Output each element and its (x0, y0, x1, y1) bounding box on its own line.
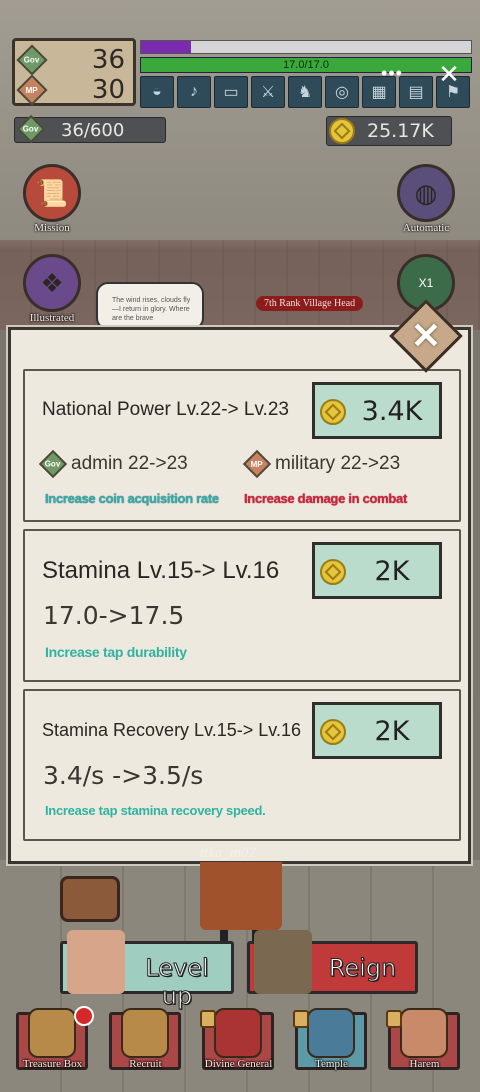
mp-icon: MP (16, 74, 48, 106)
mp-value: 30 (91, 75, 125, 105)
cards-icon: ❖ (23, 254, 81, 312)
robot-icon: ◍ (397, 164, 455, 222)
nav-treasure-box[interactable]: Treasure Box (12, 1004, 94, 1072)
stamina-card: Stamina Lv.15-> Lv.16 2K 17.0->17.5 Incr… (23, 529, 461, 682)
coin-value: 25.17K (367, 120, 434, 142)
gov-icon: Gov (38, 449, 68, 479)
card-title: Stamina Recovery Lv.15-> Lv.16 (42, 720, 301, 740)
lute-icon[interactable]: ♪ (177, 76, 211, 108)
temple-icon (307, 1008, 355, 1058)
illustrated-button[interactable]: ❖ Illustrated (22, 254, 82, 324)
card-title: National Power Lv.22-> Lv.23 (42, 399, 289, 420)
top-icon-row: ◒ ♪ ▭ ⚔ ♞ ◎ ▦ ▤ ⚑ (140, 76, 470, 108)
stamina-text: 17.0/17.0 (283, 59, 329, 71)
gov-counter: Gov 36/600 (14, 114, 166, 144)
recovery-change: 3.4/s ->3.5/s (43, 761, 204, 790)
mission-icon: 📜 (23, 164, 81, 222)
gov-stat: Gov 36 (16, 44, 131, 76)
bottom-nav: Treasure Box Recruit Divine General Temp… (12, 1004, 468, 1076)
sword-icon[interactable]: ⚔ (251, 76, 285, 108)
nav-divine-general[interactable]: Divine General (198, 1004, 279, 1072)
gov-counter-icon: Gov (16, 114, 46, 144)
stamina-recovery-card: Stamina Recovery Lv.15-> Lv.16 2K 3.4/s … (23, 689, 461, 841)
nav-label: Recruit (129, 1058, 162, 1070)
nav-label: Treasure Box (22, 1058, 83, 1070)
nav-recruit[interactable]: Recruit (105, 1004, 186, 1072)
emperor-portrait (254, 930, 312, 994)
upgrade-stamina-recovery-button[interactable]: 2K (312, 702, 442, 759)
lock-icon (200, 1010, 216, 1028)
illustrated-label: Illustrated (29, 312, 75, 324)
divine-general-icon (214, 1008, 262, 1058)
stamina-bar: 17.0/17.0 (140, 57, 472, 73)
harem-icon (400, 1008, 448, 1058)
card-title: Stamina Lv.15-> Lv.16 (42, 557, 280, 584)
fist-icon (67, 930, 125, 994)
treasure-box-icon (28, 1008, 76, 1058)
stamina-description: Increase tap durability (45, 644, 187, 660)
coin-counter: 25.17K (326, 116, 452, 146)
lock-icon (293, 1010, 309, 1028)
recruit-icon (121, 1008, 169, 1058)
price-label: 2K (374, 716, 410, 747)
treasure-chest-icon[interactable] (60, 876, 120, 922)
mp-icon: MP (242, 449, 272, 479)
experience-bar (140, 40, 472, 54)
coin-icon (320, 399, 346, 425)
level-up-button[interactable]: Level up (60, 930, 234, 1011)
mission-label: Mission (34, 222, 70, 234)
gov-icon: Gov (16, 44, 48, 76)
military-change: MP military 22->23 (242, 449, 400, 479)
mp-stat: MP 30 (16, 74, 131, 106)
watermark: itka_m07 (200, 845, 256, 861)
close-icon[interactable]: ✕ (436, 61, 462, 88)
character-robe (200, 862, 282, 930)
bowl-icon[interactable]: ◒ (140, 76, 174, 108)
nav-harem[interactable]: Harem (384, 1004, 465, 1072)
upgrade-modal: National Power Lv.22-> Lv.23 3.4K Gov ad… (8, 327, 471, 864)
experience-bar-fill (141, 41, 191, 53)
nav-label: Temple (315, 1058, 348, 1070)
rank-tag: 7th Rank Village Head (256, 296, 364, 311)
coin-icon (320, 719, 346, 745)
upgrade-national-power-button[interactable]: 3.4K (312, 382, 442, 439)
gov-counter-value: 36/600 (61, 120, 125, 141)
nav-label: Harem (409, 1058, 440, 1070)
nav-label: Divine General (204, 1058, 273, 1070)
close-icon: ✕ (410, 315, 442, 356)
lock-icon (386, 1010, 402, 1028)
automatic-label: Automatic (402, 222, 450, 234)
horse-icon[interactable]: ♞ (288, 76, 322, 108)
price-label: 3.4K (361, 396, 423, 427)
scroll-icon[interactable]: ▭ (214, 76, 248, 108)
coin-icon (329, 118, 355, 144)
coin-icon (320, 559, 346, 585)
automatic-button[interactable]: ◍ Automatic (396, 164, 456, 234)
more-icon[interactable]: ••• (380, 64, 404, 86)
recovery-description: Increase tap stamina recovery speed. (45, 803, 266, 818)
combat-damage-description: Increase damage in combat (244, 491, 408, 506)
gov-value: 36 (91, 45, 125, 75)
national-power-card: National Power Lv.22-> Lv.23 3.4K Gov ad… (23, 369, 461, 522)
admin-change: Gov admin 22->23 (38, 449, 188, 479)
price-label: 2K (374, 556, 410, 587)
reign-label: Reign (328, 954, 397, 983)
speech-bubble: The wind rises, clouds fly—I return in g… (96, 282, 204, 330)
swirl-icon[interactable]: ◎ (325, 76, 359, 108)
nav-temple[interactable]: Temple (291, 1004, 372, 1072)
stamina-change: 17.0->17.5 (43, 601, 185, 630)
notification-dot (74, 1006, 94, 1026)
coin-rate-description: Increase coin acquisition rate (45, 491, 219, 506)
level-up-label: Level up (145, 954, 209, 1011)
upgrade-stamina-button[interactable]: 2K (312, 542, 442, 599)
reign-button[interactable]: Reign (247, 930, 418, 994)
mission-button[interactable]: 📜 Mission (22, 164, 82, 234)
stats-box: Gov 36 MP 30 (12, 38, 136, 106)
cart-icon[interactable]: ▤ (399, 76, 433, 108)
